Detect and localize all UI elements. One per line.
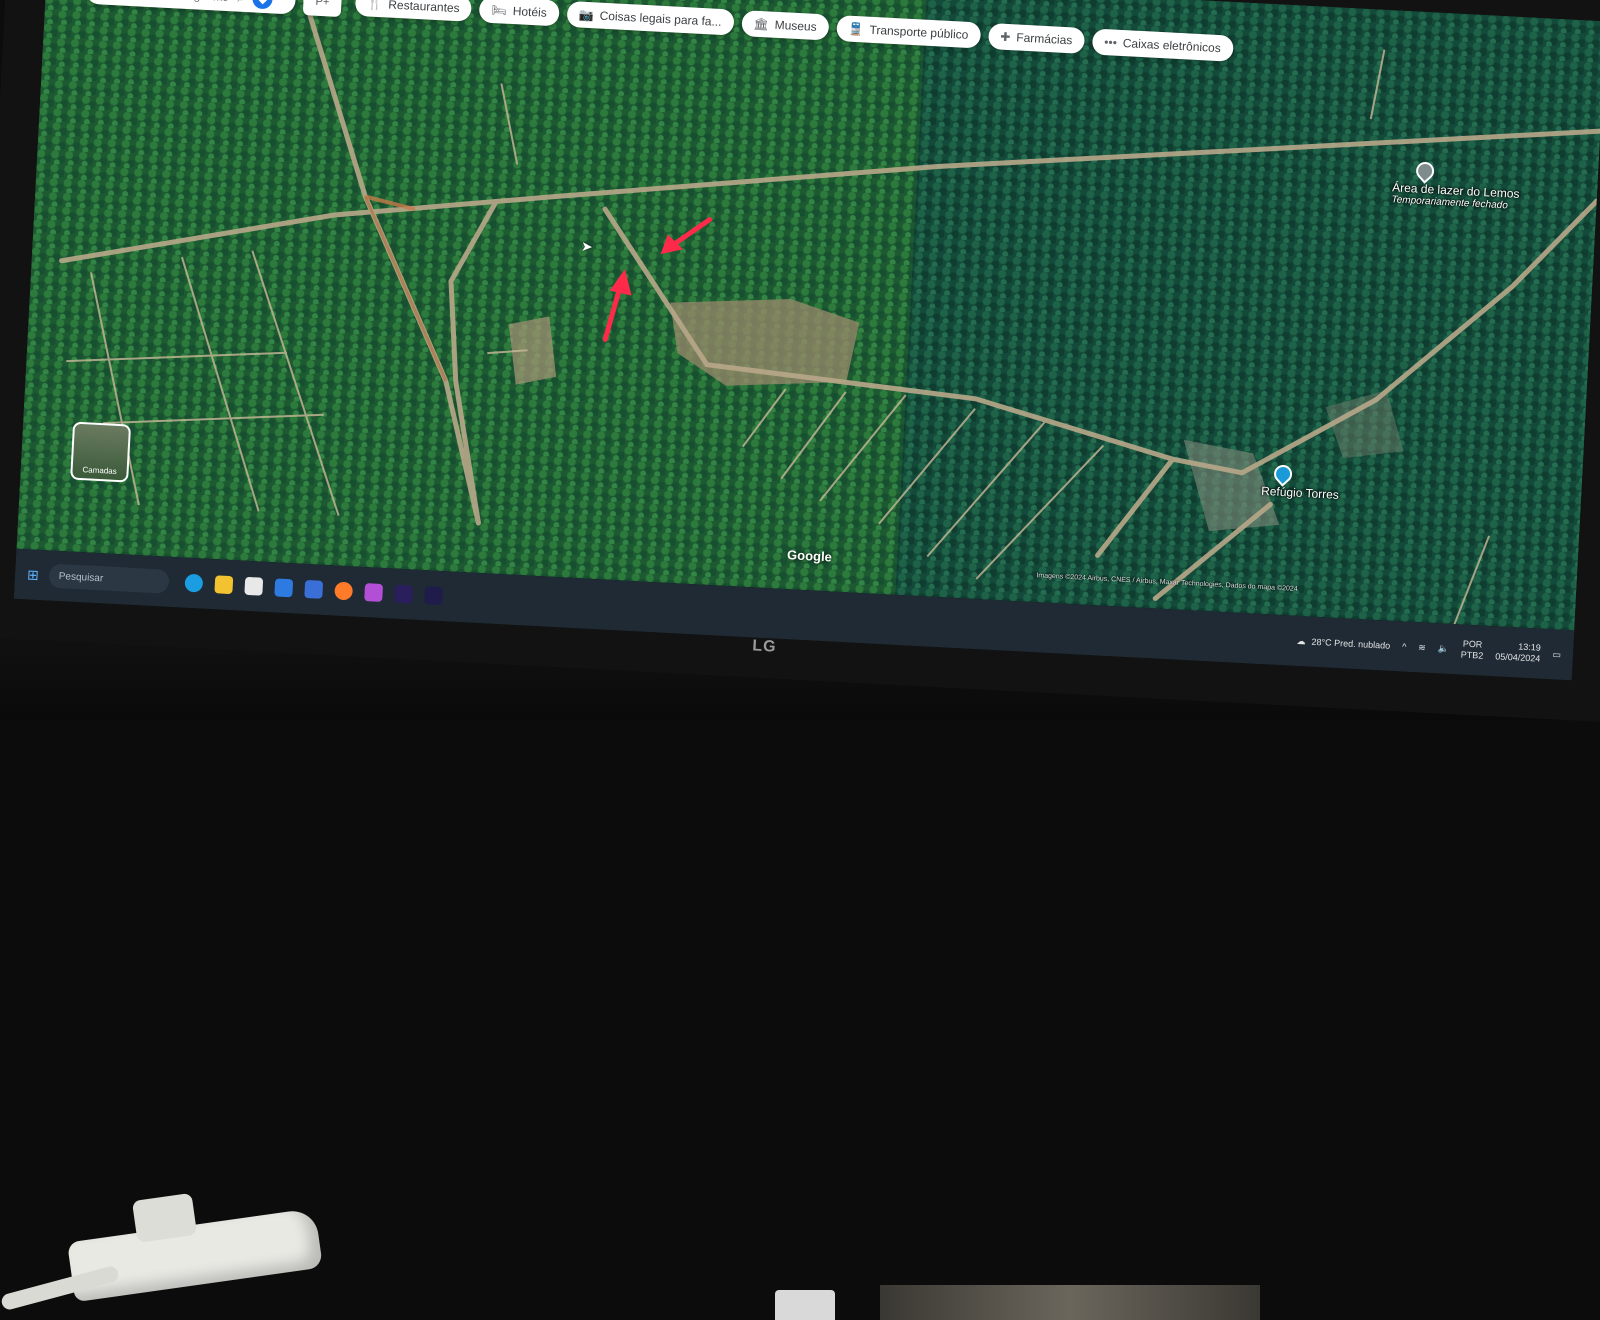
lang-code: POR: [1462, 638, 1483, 650]
search-input[interactable]: [95, 0, 230, 6]
monitor: ⌕ ◆ P+ 🍴 Restaurantes 🛏Hotéis 📷Coisas leg…: [0, 0, 1600, 723]
app-blue-icon[interactable]: [303, 579, 323, 599]
monitor-brand-logo: LG: [751, 637, 777, 656]
monitor-stand: [775, 1290, 835, 1320]
system-tray: ☁ 28°C Pred. nublado ^ ≋ 🔈 POR PTB2 13:19 0…: [1296, 630, 1562, 666]
taskbar-clock[interactable]: 13:19 05/04/2024: [1495, 640, 1541, 664]
windows-start-icon[interactable]: ⊞: [27, 566, 40, 584]
annotation-arrow-upper: [660, 217, 713, 255]
layers-thumbnail[interactable]: Camadas: [70, 421, 132, 483]
search-icon[interactable]: ⌕: [237, 0, 245, 6]
weather-widget[interactable]: ☁ 28°C Pred. nublado: [1296, 635, 1390, 651]
chip-label: Hotéis: [512, 4, 548, 20]
taskbar-search[interactable]: Pesquisar: [48, 563, 170, 594]
satellite-map[interactable]: ⌕ ◆ P+ 🍴 Restaurantes 🛏Hotéis 📷Coisas leg…: [16, 0, 1600, 631]
chip-label: Caixas eletrônicos: [1122, 36, 1222, 56]
taskbar-apps: [184, 573, 443, 606]
edge-icon[interactable]: [184, 573, 204, 593]
fork-knife-icon: 🍴: [367, 0, 383, 12]
notification-icon[interactable]: ▭: [1552, 649, 1561, 660]
lang-sub: PTB2: [1460, 649, 1484, 661]
google-logo: Google: [786, 547, 833, 565]
chip-label: Transporte público: [869, 22, 969, 42]
weather-text: 28°C Pred. nublado: [1311, 636, 1391, 651]
folder-icon[interactable]: [214, 575, 234, 595]
layers-label: Camadas: [82, 465, 117, 476]
chip-museus[interactable]: 🏛 Museus: [740, 10, 830, 41]
screen: ⌕ ◆ P+ 🍴 Restaurantes 🛏Hotéis 📷Coisas leg…: [13, 0, 1600, 681]
mail-icon[interactable]: [274, 578, 293, 598]
chip-label: Restaurantes: [387, 0, 461, 16]
cloud-icon: ☁: [1296, 635, 1306, 646]
background-surface: [880, 1285, 1260, 1320]
clock-time: 13:19: [1518, 641, 1542, 653]
bed-icon: 🛏: [491, 2, 508, 18]
clock-date: 05/04/2024: [1494, 651, 1541, 664]
chip-hoteis[interactable]: 🛏 Hotéis: [478, 0, 560, 27]
taskbar-search-label: Pesquisar: [58, 570, 104, 584]
chip-farmacias[interactable]: ✚ Farmácias: [987, 22, 1085, 54]
train-icon: 🚆: [848, 21, 864, 37]
chip-label: Museus: [774, 17, 818, 34]
annotation-arrow-lower: [602, 269, 632, 342]
store-icon[interactable]: [244, 576, 263, 596]
layer-toggle-button[interactable]: P+: [302, 0, 343, 18]
atm-icon: •••: [1103, 35, 1118, 50]
premiere-icon[interactable]: [393, 584, 413, 604]
app-purple-icon[interactable]: [363, 583, 383, 602]
tray-chevron-icon[interactable]: ^: [1402, 641, 1407, 651]
volume-icon[interactable]: 🔈: [1438, 643, 1450, 655]
plug: [131, 1192, 198, 1243]
after-effects-icon[interactable]: [423, 586, 443, 606]
wifi-icon[interactable]: ≋: [1418, 642, 1426, 653]
chip-label: Coisas legais para fa...: [599, 8, 722, 29]
map-imagery[interactable]: [16, 0, 1600, 631]
directions-icon[interactable]: ◆: [252, 0, 274, 10]
power-strip: [67, 1192, 323, 1303]
museum-icon: 🏛: [753, 16, 770, 32]
camera-icon: 📷: [578, 7, 595, 23]
pharmacy-icon: ✚: [999, 29, 1011, 45]
language-indicator[interactable]: POR PTB2: [1460, 639, 1484, 662]
firefox-icon[interactable]: [333, 581, 353, 601]
chip-label: Farmácias: [1016, 30, 1073, 48]
mouse-cursor-icon: ➤: [580, 237, 594, 255]
